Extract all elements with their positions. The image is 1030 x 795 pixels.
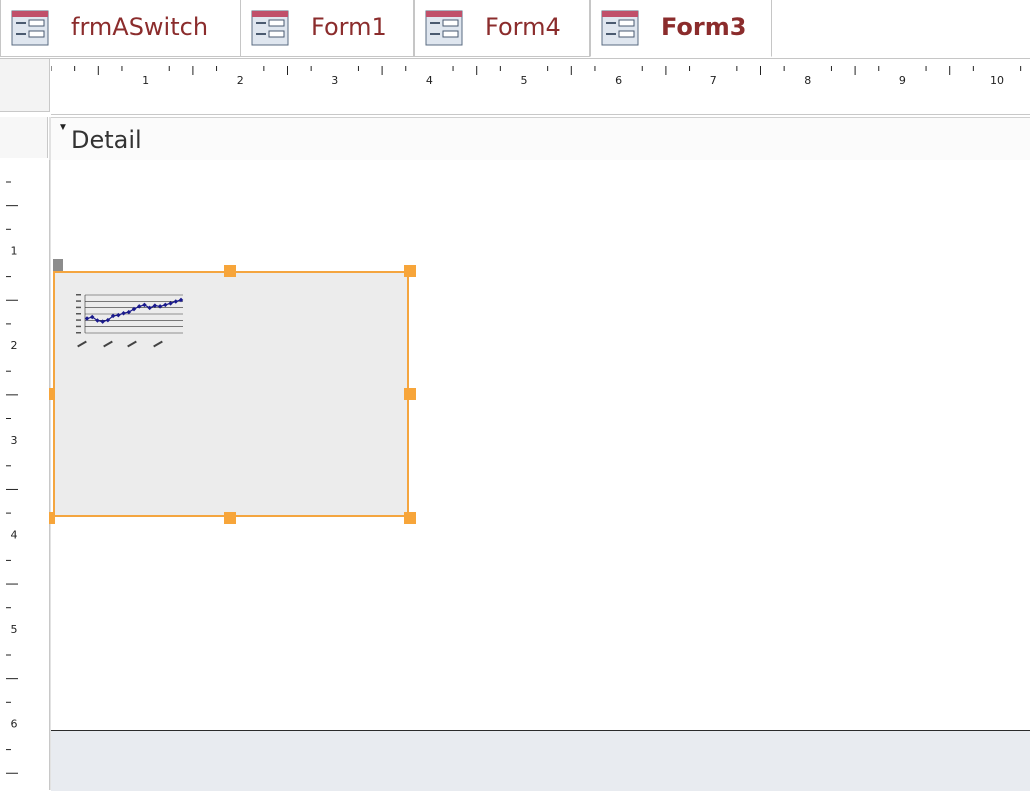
tab-label: Form4 [485,13,561,41]
data-point [116,312,121,318]
ruler-number: 4 [11,528,18,541]
ruler-number: 9 [899,74,906,87]
vertical-ruler-ticks: 1 2 3 4 5 6 [6,181,18,774]
section-collapse-icon[interactable]: ▼ [58,122,68,133]
ruler-number: 5 [11,623,18,636]
data-point [173,299,179,304]
ruler-number: 4 [426,74,433,87]
y-tick-label [76,306,81,309]
y-tick-label [76,332,81,334]
chart-control[interactable] [53,271,409,517]
y-tick-label [76,313,81,315]
tab-frmaswitch[interactable]: frmASwitch [0,0,244,57]
ruler-number: 6 [615,74,622,87]
form-icon [425,10,463,46]
data-point [100,319,105,324]
ruler-corner [0,59,50,112]
vertical-ruler[interactable]: 1 2 3 4 5 6 [0,160,50,790]
ruler-number: 2 [237,74,244,87]
x-tick-label [77,340,87,348]
resize-handle-bottom-right[interactable] [404,512,416,524]
y-tick-label [76,300,81,302]
section-title: Detail [71,126,142,154]
y-tick-label [76,294,81,296]
resize-handle-bottom-left[interactable] [49,512,55,524]
horizontal-ruler-ticks: 1 2 3 4 5 6 7 8 9 10 [50,66,1022,87]
ruler-number: 8 [804,74,811,87]
line-chart [76,294,184,348]
data-point [168,301,173,306]
ruler-number: 1 [11,245,18,258]
y-tick-label [76,325,81,328]
form-icon [11,10,49,46]
data-point [152,303,158,308]
x-tick-label [127,340,137,348]
tab-label: frmASwitch [71,13,209,41]
x-tick-label [153,340,163,348]
ruler-number: 2 [11,339,18,352]
data-point [157,304,163,309]
ruler-number: 6 [11,718,18,731]
section-selector[interactable] [0,117,48,158]
horizontal-ruler[interactable]: 1 2 3 4 5 6 7 8 9 10 [50,59,1030,115]
tab-form1[interactable]: Form1 [240,0,414,57]
x-tick-label [103,340,113,348]
tab-form3[interactable]: Form3 [590,0,772,57]
ruler-number: 3 [331,74,338,87]
resize-handle-top-right[interactable] [404,265,416,277]
resize-handle-middle-right[interactable] [404,388,416,400]
resize-handle-middle-left[interactable] [49,388,55,400]
document-tab-strip: frmASwitch Form1 Form4 Form3 [0,0,1030,59]
resize-handle-top-middle[interactable] [224,265,236,277]
detail-section-bar[interactable]: ▼ Detail [51,117,1030,161]
ruler-number: 5 [521,74,528,87]
data-point [163,302,168,308]
tab-form4[interactable]: Form4 [414,0,590,57]
form-footer-area [51,730,1030,791]
y-tick-label [76,319,81,321]
form-icon [601,10,639,46]
tab-label: Form1 [311,13,387,41]
form-icon [251,10,289,46]
resize-handle-bottom-middle[interactable] [224,512,236,524]
ruler-number: 10 [990,74,1004,87]
data-point [121,310,126,316]
data-point [136,304,142,309]
ruler-number: 7 [710,74,717,87]
ruler-number: 1 [142,74,149,87]
ruler-number: 3 [11,434,18,447]
tab-label: Form3 [661,13,747,41]
